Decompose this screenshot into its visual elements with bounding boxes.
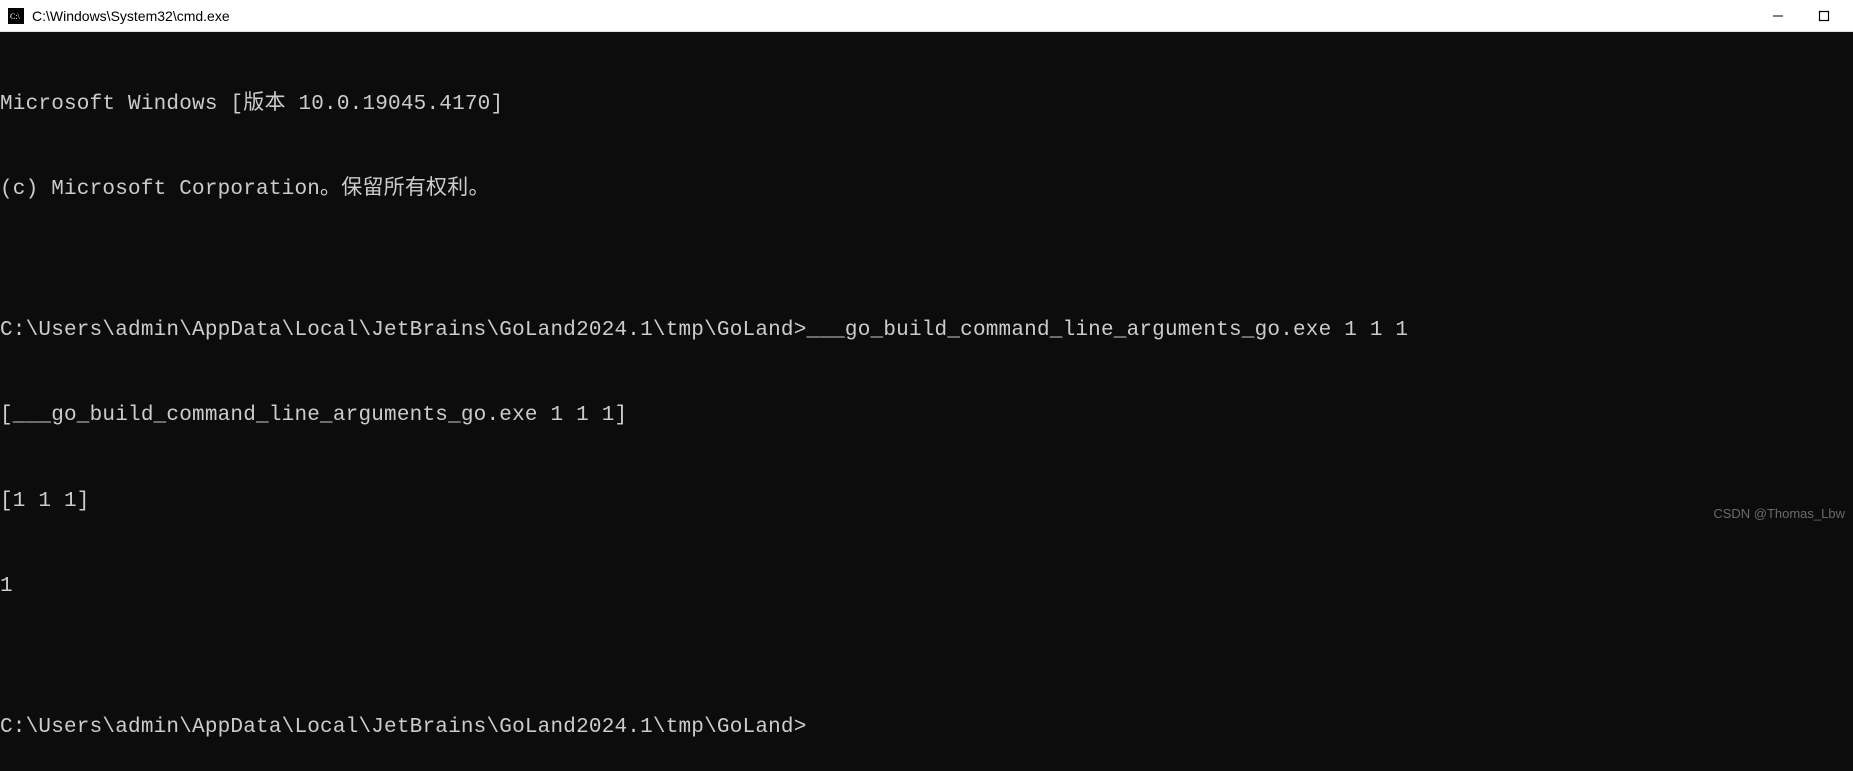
watermark: CSDN @Thomas_Lbw <box>1713 506 1845 521</box>
minimize-button[interactable] <box>1769 7 1787 25</box>
terminal-line: [1 1 1] <box>0 488 1853 516</box>
terminal-prompt: C:\Users\admin\AppData\Local\JetBrains\G… <box>0 714 1853 742</box>
terminal-line: [___go_build_command_line_arguments_go.e… <box>0 402 1853 430</box>
title-bar: C:\ C:\Windows\System32\cmd.exe <box>0 0 1853 32</box>
terminal-line: (c) Microsoft Corporation。保留所有权利。 <box>0 176 1853 204</box>
cmd-icon: C:\ <box>8 8 24 24</box>
terminal-line: C:\Users\admin\AppData\Local\JetBrains\G… <box>0 317 1853 345</box>
terminal-output[interactable]: Microsoft Windows [版本 10.0.19045.4170] (… <box>0 32 1853 771</box>
maximize-button[interactable] <box>1815 7 1833 25</box>
terminal-line: Microsoft Windows [版本 10.0.19045.4170] <box>0 91 1853 119</box>
svg-text:C:\: C:\ <box>10 12 21 21</box>
window-controls <box>1769 7 1845 25</box>
terminal-line: 1 <box>0 573 1853 601</box>
window-title: C:\Windows\System32\cmd.exe <box>32 8 1769 24</box>
